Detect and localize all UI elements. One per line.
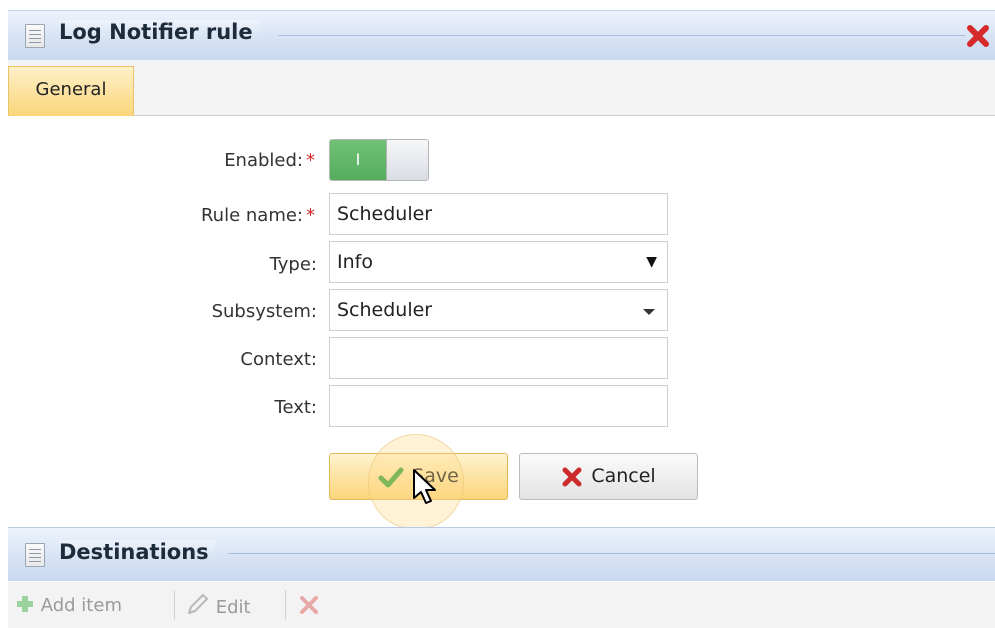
toggle-on-indicator: I bbox=[330, 140, 386, 180]
delete-button[interactable] bbox=[298, 594, 320, 621]
close-icon[interactable] bbox=[965, 23, 991, 49]
close-icon bbox=[562, 467, 582, 486]
rule-name-input[interactable]: Scheduler bbox=[329, 193, 668, 235]
add-item-button[interactable]: Add item bbox=[15, 594, 122, 616]
document-icon bbox=[25, 543, 45, 567]
rule-name-label: Rule name: * bbox=[200, 205, 315, 226]
header-divider bbox=[228, 553, 995, 554]
cancel-label: Cancel bbox=[591, 465, 656, 487]
add-item-label: Add item bbox=[40, 595, 122, 616]
plus-icon bbox=[17, 596, 33, 612]
window-header: Log Notifier rule bbox=[8, 10, 995, 60]
edit-button[interactable]: Edit bbox=[186, 594, 251, 618]
chevron-down-icon[interactable] bbox=[643, 309, 655, 315]
tab-bar: General bbox=[8, 60, 995, 116]
toggle-knob[interactable] bbox=[386, 140, 428, 180]
destinations-toolbar: Add item Edit bbox=[8, 582, 995, 628]
destinations-header: Destinations bbox=[8, 527, 995, 581]
enabled-label: Enabled: * bbox=[224, 150, 315, 171]
toolbar-separator bbox=[174, 590, 175, 620]
subsystem-select[interactable]: Scheduler bbox=[329, 289, 668, 331]
subsystem-select-value: Scheduler bbox=[337, 299, 433, 321]
enabled-toggle[interactable]: I bbox=[329, 139, 429, 181]
dropdown-arrow-icon[interactable]: ▼ bbox=[646, 242, 657, 282]
header-divider bbox=[278, 35, 965, 36]
save-button[interactable]: Save bbox=[329, 453, 508, 500]
edit-label: Edit bbox=[215, 597, 251, 618]
toolbar-separator bbox=[285, 590, 286, 620]
pencil-icon bbox=[188, 594, 208, 614]
delete-icon bbox=[300, 596, 318, 614]
type-select-value: Info bbox=[337, 251, 373, 273]
type-select[interactable]: Info ▼ bbox=[329, 241, 668, 283]
text-input[interactable] bbox=[329, 385, 668, 427]
window-title: Log Notifier rule bbox=[59, 20, 259, 44]
checkmark-icon bbox=[378, 467, 404, 487]
text-label: Text: bbox=[274, 397, 317, 418]
context-input[interactable] bbox=[329, 337, 668, 379]
subsystem-label: Subsystem: bbox=[211, 301, 317, 322]
document-icon bbox=[25, 24, 45, 48]
save-label: Save bbox=[412, 465, 459, 487]
cancel-button[interactable]: Cancel bbox=[519, 453, 698, 500]
tab-general[interactable]: General bbox=[8, 66, 134, 116]
type-label: Type: bbox=[269, 254, 317, 275]
context-label: Context: bbox=[240, 349, 317, 370]
destinations-title: Destinations bbox=[59, 540, 215, 564]
